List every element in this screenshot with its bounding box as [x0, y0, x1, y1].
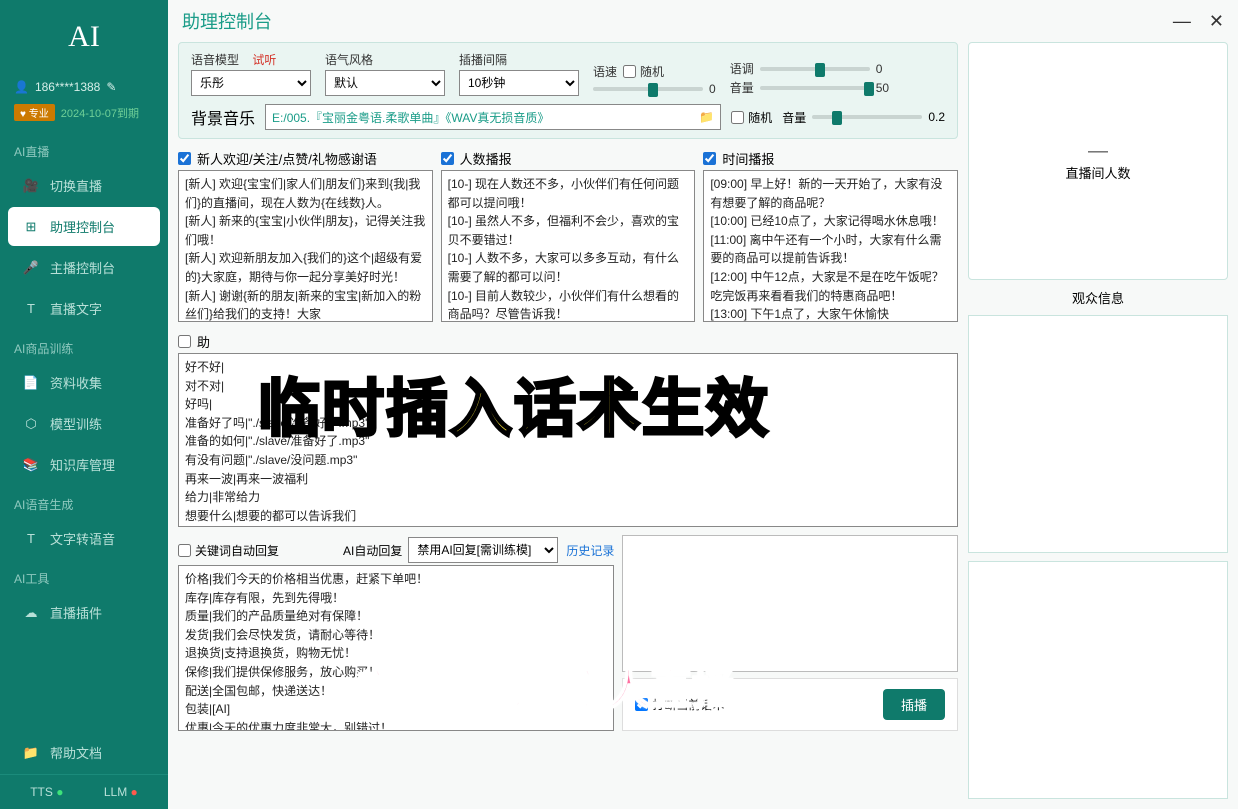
section-label: AI工具	[0, 560, 168, 591]
interrupt-toggle[interactable]	[635, 698, 648, 711]
volume-slider[interactable]: 音量 50	[730, 79, 889, 96]
interval-select[interactable]: 10秒钟	[459, 70, 579, 96]
folder-icon[interactable]: 📁	[699, 110, 714, 124]
user-icon: 👤	[14, 80, 29, 94]
model-train-icon: ⬡	[22, 415, 40, 433]
count-textarea[interactable]: [10-] 现在人数还不多，小伙伴们有任何问题都可以提问哦！ [10-] 虽然人…	[441, 170, 696, 322]
close-icon[interactable]: ✕	[1209, 11, 1224, 32]
speed-random[interactable]: 随机	[623, 63, 664, 80]
bgm-volume-slider[interactable]: 音量 0.2	[782, 109, 945, 126]
llm-status: LLM ●	[104, 785, 138, 799]
time-toggle[interactable]	[703, 152, 716, 165]
speed-slider[interactable]: 0	[593, 82, 716, 96]
section-label: AI语音生成	[0, 486, 168, 517]
assist-textarea[interactable]: 好不好| 对不对| 好吗| 准备好了吗|"./slave/准备好了.mp3" 准…	[178, 353, 958, 527]
user-phone: 186****1388	[35, 80, 100, 94]
tts-status: TTS ●	[30, 785, 63, 799]
sidebar-item-kb-manage[interactable]: 📚知识库管理	[8, 445, 160, 484]
live-plugin-icon: ☁	[22, 604, 40, 622]
sidebar-item-anchor-console[interactable]: 🎤主播控制台	[8, 248, 160, 287]
audience-box	[968, 315, 1228, 553]
sidebar-item-model-train[interactable]: ⬡模型训练	[8, 404, 160, 443]
keyword-textarea[interactable]: 价格|我们今天的价格相当优惠，赶紧下单吧！ 库存|库存有限，先到先得哦！ 质量|…	[178, 565, 614, 731]
anchor-console-icon: 🎤	[22, 259, 40, 277]
bgm-label: 背景音乐	[191, 105, 255, 129]
folder-icon: 📁	[22, 744, 40, 762]
live-text-icon: T	[22, 300, 40, 318]
badge-row: ♥ 专业 2024-10-07到期	[0, 100, 168, 133]
history-link[interactable]: 历史记录	[566, 542, 614, 559]
kb-manage-icon: 📚	[22, 456, 40, 474]
page-title: 助理控制台	[182, 8, 272, 34]
titlebar: 助理控制台 — ✕	[168, 0, 1238, 42]
logo: AI	[0, 0, 168, 74]
tts-icon: T	[22, 530, 40, 548]
plan-badge: ♥ 专业	[14, 104, 55, 121]
insert-input[interactable]	[622, 535, 958, 672]
room-count-label: 直播间人数	[1065, 163, 1130, 182]
welcome-textarea[interactable]: [新人] 欢迎{宝宝们|家人们|朋友们}来到{我|我们}的直播间，现在人数为{在…	[178, 170, 433, 322]
log-box	[968, 561, 1228, 799]
sidebar-item-data-collect[interactable]: 📄资料收集	[8, 363, 160, 402]
audience-info-label: 观众信息	[968, 288, 1228, 307]
welcome-toggle[interactable]	[178, 152, 191, 165]
pitch-slider[interactable]: 语调 0	[730, 60, 889, 77]
section-label: AI直播	[0, 133, 168, 164]
sidebar-item-tts[interactable]: T文字转语音	[8, 519, 160, 558]
bgm-path[interactable]: E:/005.『宝丽金粤语.柔歌单曲』《WAV真无损音质》 📁	[265, 104, 721, 130]
assist-toggle[interactable]	[178, 335, 191, 348]
sidebar-item-live-text[interactable]: T直播文字	[8, 289, 160, 328]
sidebar-item-live-plugin[interactable]: ☁直播插件	[8, 593, 160, 632]
insert-button[interactable]: 插播	[883, 689, 945, 720]
edit-icon[interactable]: ✎	[106, 80, 116, 94]
data-collect-icon: 📄	[22, 374, 40, 392]
assistant-console-icon: ⊞	[22, 218, 40, 236]
time-textarea[interactable]: [09:00] 早上好！新的一天开始了，大家有没有想要了解的商品呢？ [10:0…	[703, 170, 958, 322]
preview-link[interactable]: 试听	[252, 53, 276, 67]
voice-panel: 语音模型 试听 乐彤 语气风格 默认 插播间隔 10秒钟 语速	[178, 42, 958, 139]
bgm-random[interactable]: 随机	[731, 109, 772, 126]
sidebar: AI 👤 186****1388 ✎ ♥ 专业 2024-10-07到期 AI直…	[0, 0, 168, 809]
switch-live-icon: 🎥	[22, 177, 40, 195]
count-toggle[interactable]	[441, 152, 454, 165]
keyword-toggle[interactable]	[178, 544, 191, 557]
voice-style-select[interactable]: 默认	[325, 70, 445, 96]
expiry: 2024-10-07到期	[61, 105, 139, 121]
ai-mode-select[interactable]: 禁用AI回复[需训练模]	[408, 537, 558, 563]
section-label: AI商品训练	[0, 330, 168, 361]
voice-model-select[interactable]: 乐彤	[191, 70, 311, 96]
minimize-icon[interactable]: —	[1173, 11, 1191, 32]
sidebar-item-switch-live[interactable]: 🎥切换直播	[8, 166, 160, 205]
user-row: 👤 186****1388 ✎	[0, 74, 168, 100]
help-docs[interactable]: 📁 帮助文档	[8, 733, 160, 772]
sidebar-item-assistant-console[interactable]: ⊞助理控制台	[8, 207, 160, 246]
